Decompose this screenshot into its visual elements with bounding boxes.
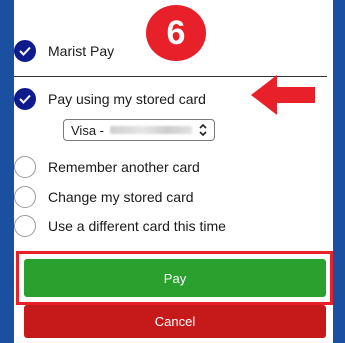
option-stored-card[interactable]: Pay using my stored card xyxy=(14,88,206,110)
different-card-label: Use a different card this time xyxy=(48,218,226,234)
cancel-button[interactable]: Cancel xyxy=(24,305,326,338)
stored-card-radio[interactable] xyxy=(14,88,36,110)
step-number-badge: 6 xyxy=(146,5,206,61)
option-change-card[interactable]: Change my stored card xyxy=(14,186,194,208)
card-select-value: Visa - xyxy=(71,122,104,138)
change-card-label: Change my stored card xyxy=(48,189,194,205)
stored-card-label: Pay using my stored card xyxy=(48,91,206,107)
option-different-card[interactable]: Use a different card this time xyxy=(14,215,226,237)
cancel-button-label: Cancel xyxy=(154,314,196,329)
option-remember-card[interactable]: Remember another card xyxy=(14,156,200,178)
checkmark-icon xyxy=(19,94,31,104)
different-card-radio[interactable] xyxy=(14,215,36,237)
masked-card-number xyxy=(110,126,192,134)
remember-card-label: Remember another card xyxy=(48,159,200,175)
pay-button-label: Pay xyxy=(163,270,187,286)
select-chevron-icon xyxy=(199,123,207,137)
remember-card-radio[interactable] xyxy=(14,156,36,178)
stored-card-select[interactable]: Visa - xyxy=(63,119,215,141)
marist-pay-label: Marist Pay xyxy=(48,43,115,59)
change-card-radio[interactable] xyxy=(14,186,36,208)
option-marist-pay[interactable]: Marist Pay xyxy=(14,40,114,62)
pay-button[interactable]: Pay xyxy=(24,259,326,297)
marist-pay-radio[interactable] xyxy=(14,40,36,62)
step-number: 6 xyxy=(166,13,186,52)
arrow-left-icon xyxy=(251,75,315,115)
checkmark-icon xyxy=(19,46,31,56)
